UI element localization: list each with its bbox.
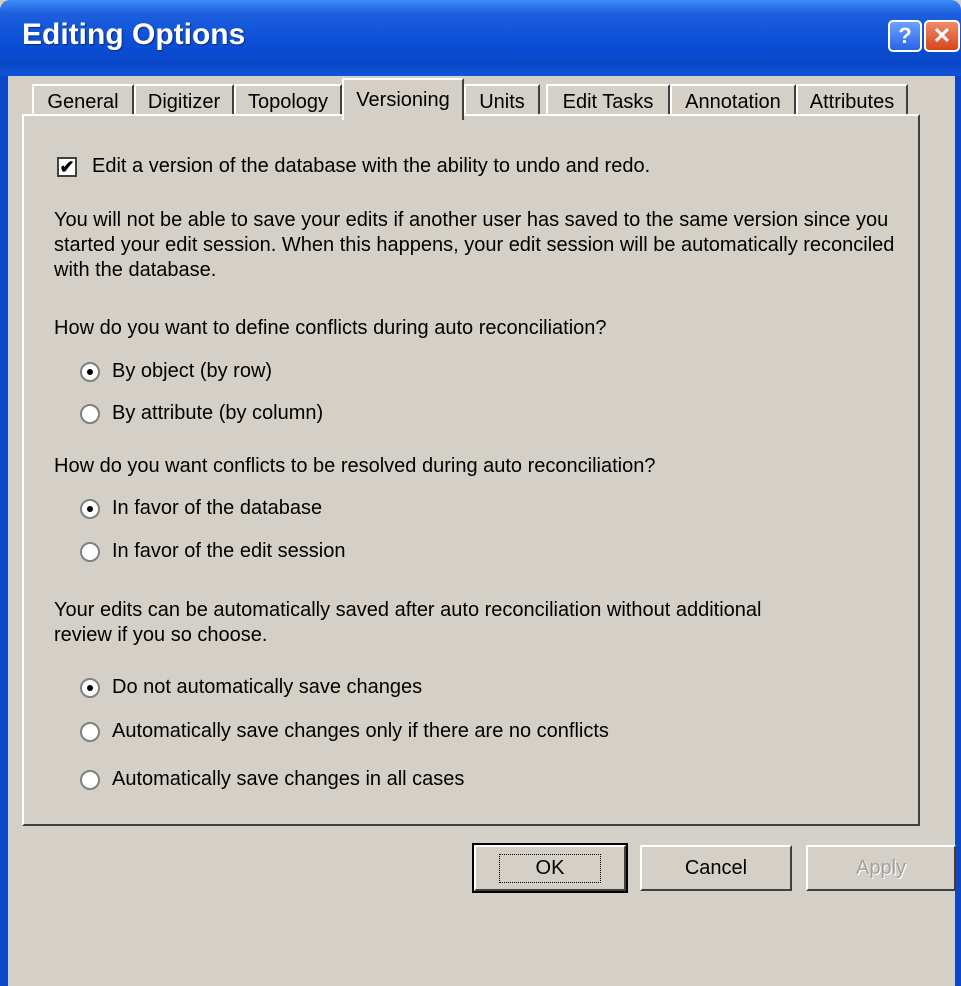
radio-favor-edit-session[interactable] xyxy=(80,542,100,562)
close-icon: ✕ xyxy=(932,23,952,48)
cancel-label: Cancel xyxy=(684,856,748,879)
tab-edit-tasks[interactable]: Edit Tasks xyxy=(546,84,670,118)
autosave-all-label[interactable]: Automatically save changes in all cases xyxy=(112,767,464,792)
tab-general[interactable]: General xyxy=(32,84,134,118)
tab-strip: General Digitizer Topology Versioning Un… xyxy=(22,76,942,120)
tab-label: Annotation xyxy=(685,90,781,113)
ok-button[interactable]: OK xyxy=(472,843,628,893)
tab-versioning[interactable]: Versioning xyxy=(342,78,464,120)
radio-favor-database[interactable] xyxy=(80,499,100,519)
versioning-info-text: You will not be able to save your edits … xyxy=(54,209,895,281)
dialog-title: Editing Options xyxy=(22,18,246,51)
tab-label: Edit Tasks xyxy=(562,90,654,113)
apply-label: Apply xyxy=(855,856,907,879)
autosave-no-conflicts-label[interactable]: Automatically save changes only if there… xyxy=(112,719,609,744)
editing-options-dialog: Editing Options ? ✕ General Digitizer To… xyxy=(0,0,961,986)
cancel-button[interactable]: Cancel xyxy=(640,845,792,891)
radio-no-autosave[interactable] xyxy=(80,678,100,698)
tab-attributes[interactable]: Attributes xyxy=(796,84,908,118)
window-border-left xyxy=(0,76,8,986)
versioning-panel: ✔ Edit a version of the database with th… xyxy=(22,114,920,826)
favor-edit-session-label[interactable]: In favor of the edit session xyxy=(112,539,345,564)
radio-by-attribute[interactable] xyxy=(80,404,100,424)
radio-autosave-all[interactable] xyxy=(80,770,100,790)
title-bar[interactable]: Editing Options ? ✕ xyxy=(0,0,961,76)
tab-label: Units xyxy=(479,90,525,113)
no-autosave-label[interactable]: Do not automatically save changes xyxy=(112,675,422,700)
help-button[interactable]: ? xyxy=(888,20,922,52)
undo-redo-checkbox[interactable]: ✔ xyxy=(57,157,77,177)
apply-button[interactable]: Apply xyxy=(806,845,956,891)
conflict-resolution-question: How do you want conflicts to be resolved… xyxy=(54,455,656,477)
by-attribute-label[interactable]: By attribute (by column) xyxy=(112,401,323,426)
conflict-definition-question: How do you want to define conflicts duri… xyxy=(54,317,607,339)
close-button[interactable]: ✕ xyxy=(924,20,960,52)
tab-units[interactable]: Units xyxy=(464,84,540,118)
tab-label: General xyxy=(47,90,119,113)
tab-label: Topology xyxy=(247,90,329,113)
ok-label: OK xyxy=(498,853,602,883)
radio-by-object[interactable] xyxy=(80,362,100,382)
tab-label: Digitizer xyxy=(147,90,221,113)
tab-digitizer[interactable]: Digitizer xyxy=(134,84,234,118)
by-object-label[interactable]: By object (by row) xyxy=(112,359,272,384)
radio-autosave-no-conflicts[interactable] xyxy=(80,722,100,742)
help-icon: ? xyxy=(898,23,912,48)
tab-label: Attributes xyxy=(809,90,895,113)
tab-topology[interactable]: Topology xyxy=(234,84,342,118)
check-icon: ✔ xyxy=(59,157,75,177)
favor-database-label[interactable]: In favor of the database xyxy=(112,496,322,521)
tab-label: Versioning xyxy=(356,88,450,111)
autosave-question: Your edits can be automatically saved af… xyxy=(54,599,762,646)
tab-annotation[interactable]: Annotation xyxy=(670,84,796,118)
undo-redo-label[interactable]: Edit a version of the database with the … xyxy=(92,154,650,179)
